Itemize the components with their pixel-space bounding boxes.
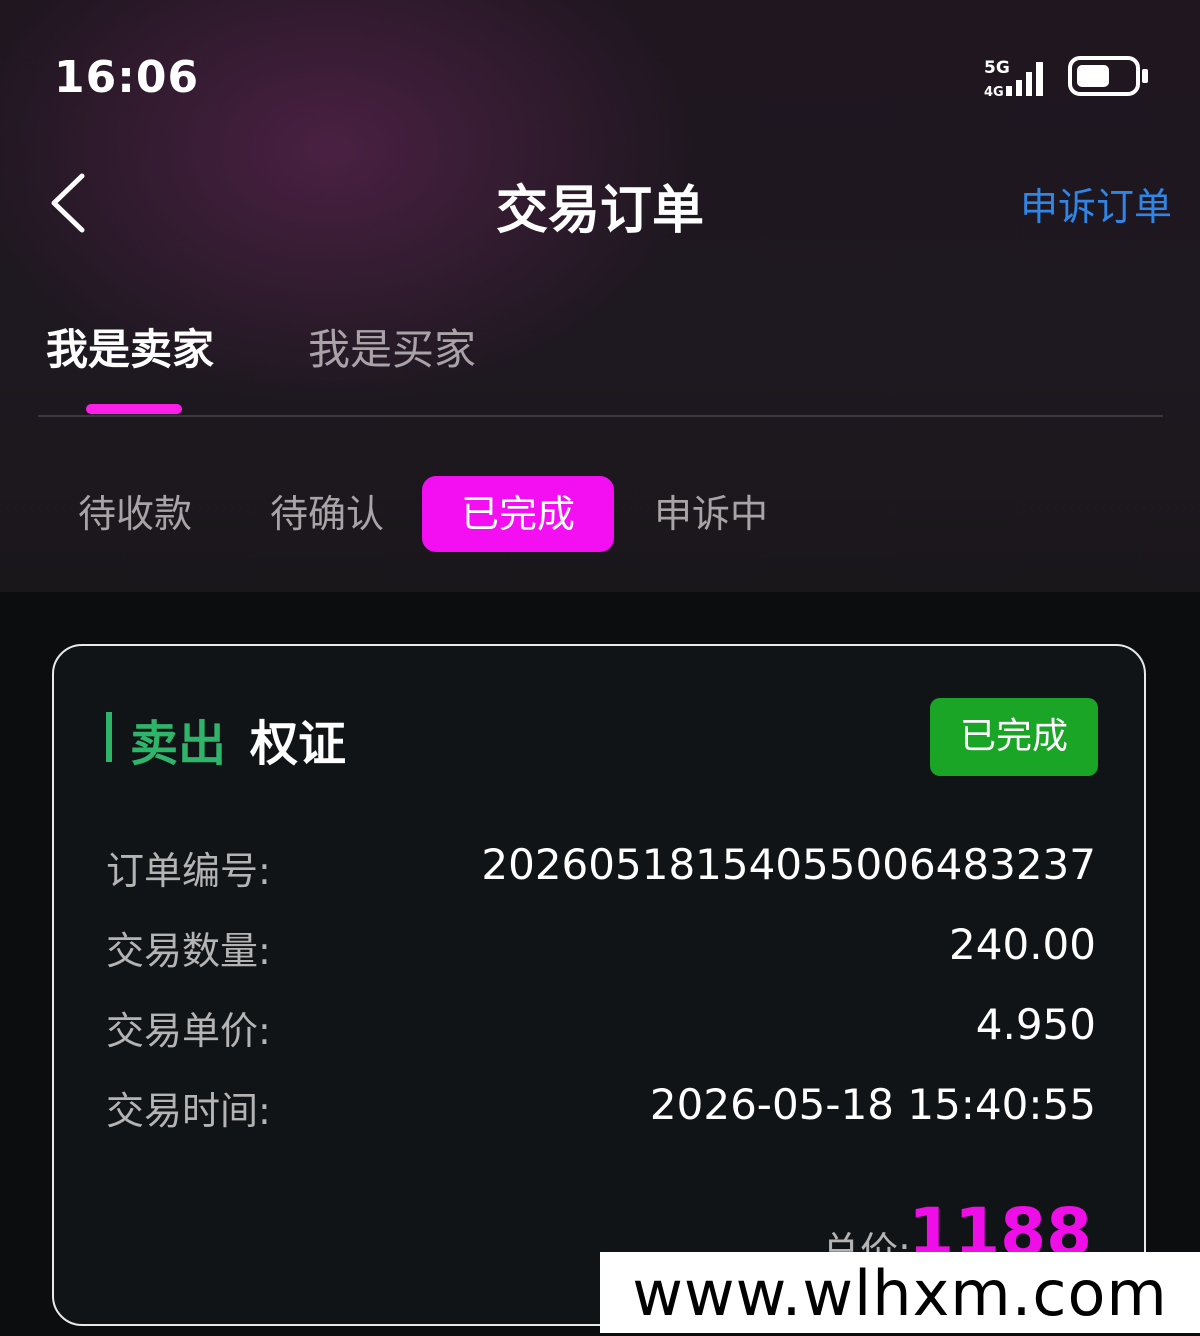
field-unit-price: 交易单价: 4.950 xyxy=(106,1000,1096,1053)
field-value: 4.950 xyxy=(975,1000,1096,1049)
field-label: 交易单价: xyxy=(106,1009,271,1053)
status-badge: 已完成 xyxy=(930,698,1098,776)
status-time: 16:06 xyxy=(54,52,200,103)
cellular-signal-icon: 5G 4G xyxy=(984,58,1043,98)
tab-seller[interactable]: 我是卖家 xyxy=(46,316,214,377)
battery-icon xyxy=(1068,56,1148,96)
field-label: 订单编号: xyxy=(106,849,271,893)
side-indicator-bar xyxy=(106,712,112,762)
tab-buyer[interactable]: 我是买家 xyxy=(308,316,476,377)
filter-completed[interactable]: 已完成 xyxy=(422,476,614,552)
field-label: 交易数量: xyxy=(106,929,271,973)
filter-appealing[interactable]: 申诉中 xyxy=(634,476,788,552)
active-tab-indicator xyxy=(86,404,182,414)
order-asset: 权证 xyxy=(250,716,347,772)
filter-pending-confirm[interactable]: 待确认 xyxy=(250,476,404,552)
field-quantity: 交易数量: 240.00 xyxy=(106,920,1096,973)
field-value: 2026-05-18 15:40:55 xyxy=(649,1080,1096,1129)
field-value: 20260518154055006483237 xyxy=(481,840,1096,889)
network-sub-label: 4G xyxy=(984,85,1004,98)
field-value: 240.00 xyxy=(949,920,1096,969)
field-label: 交易时间: xyxy=(106,1089,271,1133)
tab-divider xyxy=(38,415,1163,417)
field-trade-time: 交易时间: 2026-05-18 15:40:55 xyxy=(106,1080,1096,1133)
order-card[interactable]: 卖出 权证 已完成 订单编号: 20260518154055006483237 … xyxy=(52,644,1146,1326)
filter-pending-payment[interactable]: 待收款 xyxy=(58,476,212,552)
order-side: 卖出 xyxy=(130,716,227,772)
field-order-number: 订单编号: 20260518154055006483237 xyxy=(106,840,1096,893)
watermark: www.wlhxm.com xyxy=(600,1252,1200,1333)
network-label: 5G xyxy=(984,58,1010,78)
appeal-order-link[interactable]: 申诉订单 xyxy=(1020,176,1172,231)
